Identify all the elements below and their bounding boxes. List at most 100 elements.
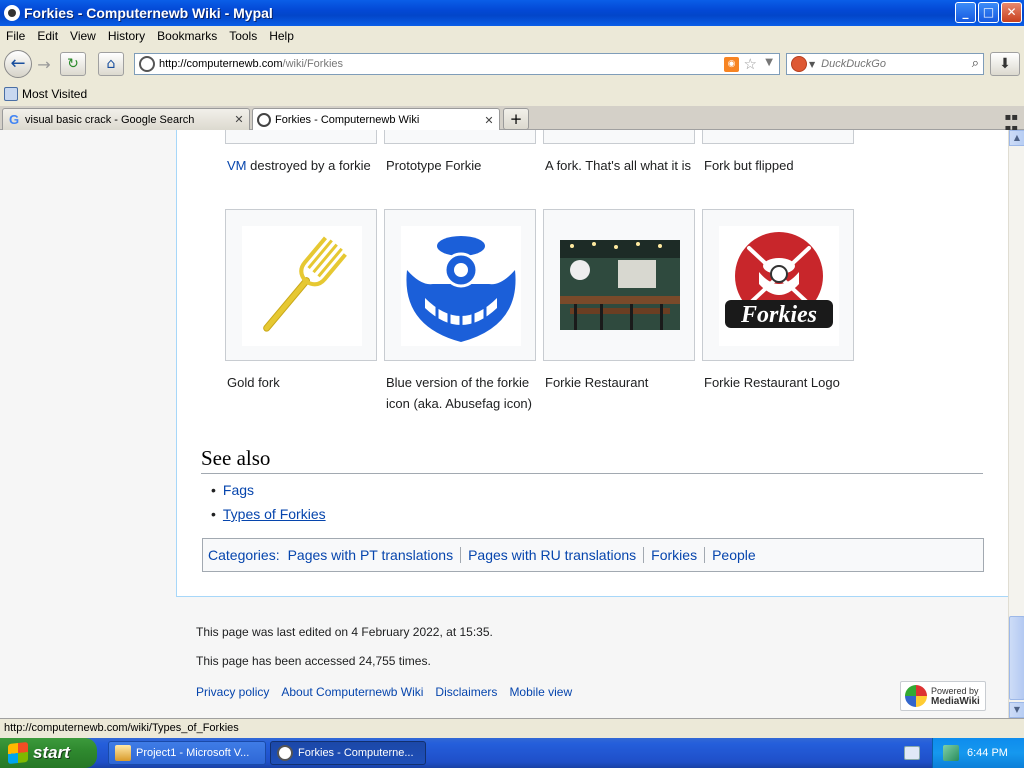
tab-label: visual basic crack - Google Search <box>25 113 195 126</box>
category-forkies[interactable]: Forkies <box>643 547 704 563</box>
about-link[interactable]: About Computernewb Wiki <box>281 685 423 699</box>
start-label: start <box>33 743 70 762</box>
gallery-box[interactable] <box>225 130 377 144</box>
tab-close-icon[interactable]: ✕ <box>233 113 245 126</box>
mobile-view-link[interactable]: Mobile view <box>509 685 572 699</box>
close-button[interactable]: ✕ <box>1001 2 1022 23</box>
page-content[interactable]: VM destroyed by a forkie Prototype Forki… <box>0 130 1008 718</box>
menu-edit[interactable]: Edit <box>31 29 64 43</box>
see-also-list: Fags Types of Forkies <box>211 480 326 528</box>
url-dropdown-icon[interactable]: ▼ <box>765 57 773 68</box>
menu-bookmarks[interactable]: Bookmarks <box>151 29 223 43</box>
minimize-button[interactable]: _ <box>955 2 976 23</box>
fags-link[interactable]: Fags <box>223 482 254 498</box>
blue-forkie-icon-image[interactable] <box>401 226 521 346</box>
reload-icon: ↻ <box>67 56 79 72</box>
gallery-box-restaurant[interactable] <box>543 209 695 361</box>
keyboard-language-icon[interactable] <box>904 746 920 760</box>
menu-bar: File Edit View History Bookmarks Tools H… <box>0 26 1024 46</box>
clock[interactable]: 6:44 PM <box>967 747 1008 759</box>
see-also-heading: See also <box>201 446 983 474</box>
downloads-button[interactable]: ⬇ <box>990 52 1020 76</box>
network-tray-icon[interactable] <box>943 745 959 761</box>
windows-flag-icon <box>8 741 28 765</box>
status-bar: http://computernewb.com/wiki/Types_of_Fo… <box>0 718 1024 738</box>
menu-help[interactable]: Help <box>263 29 300 43</box>
gallery-box[interactable] <box>702 130 854 144</box>
privacy-policy-link[interactable]: Privacy policy <box>196 685 269 699</box>
powered-by-mediawiki-badge[interactable]: Powered by MediaWiki <box>900 681 986 711</box>
most-visited-bookmark[interactable]: Most Visited <box>22 87 87 101</box>
tab-label: Forkies - Computernewb Wiki <box>275 114 420 126</box>
gallery-caption: Forkie Restaurant <box>545 375 649 390</box>
home-icon: ⌂ <box>106 56 116 72</box>
reload-button[interactable]: ↻ <box>60 52 86 76</box>
categories-label-link[interactable]: Categories: <box>208 547 280 563</box>
back-button[interactable]: ← <box>4 50 32 78</box>
site-identity-icon[interactable] <box>139 56 155 72</box>
types-of-forkies-link[interactable]: Types of Forkies <box>223 506 326 522</box>
disclaimers-link[interactable]: Disclaimers <box>435 685 497 699</box>
gallery-box-gold-fork[interactable] <box>225 209 377 361</box>
url-host: http://computernewb.com <box>159 58 283 70</box>
article-body: VM destroyed by a forkie Prototype Forki… <box>176 130 1008 597</box>
tab-google-search[interactable]: G visual basic crack - Google Search ✕ <box>2 108 250 130</box>
gallery-box[interactable] <box>543 130 695 144</box>
url-text[interactable]: http://computernewb.com/wiki/Forkies <box>159 58 343 70</box>
footer-links: Privacy policy About Computernewb Wiki D… <box>196 685 572 699</box>
mypal-icon <box>277 745 293 761</box>
url-bar[interactable]: http://computernewb.com/wiki/Forkies ◉ ☆… <box>134 53 780 75</box>
taskbar-item-project1[interactable]: Project1 - Microsoft V... <box>108 741 266 765</box>
new-tab-button[interactable]: + <box>503 108 529 130</box>
gallery-box[interactable] <box>384 130 536 144</box>
tab-close-icon[interactable]: ✕ <box>483 114 495 127</box>
start-button[interactable]: start <box>0 738 97 768</box>
menu-tools[interactable]: Tools <box>223 29 263 43</box>
gallery-caption: Blue version of the forkie icon (aka. Ab… <box>386 375 532 411</box>
vm-link[interactable]: VM <box>227 158 247 173</box>
forkie-restaurant-image[interactable] <box>560 226 680 346</box>
vertical-scrollbar[interactable]: ▲ ▼ <box>1008 130 1024 718</box>
category-people[interactable]: People <box>704 547 763 563</box>
taskbar-item-forkies[interactable]: Forkies - Computerne... <box>270 741 426 765</box>
rss-feed-icon[interactable]: ◉ <box>724 57 739 72</box>
tab-forkies-wiki[interactable]: Forkies - Computernewb Wiki ✕ <box>252 108 500 131</box>
home-button[interactable]: ⌂ <box>98 52 124 76</box>
last-edited-info: This page was last edited on 4 February … <box>196 625 493 639</box>
bookmark-star-icon[interactable]: ☆ <box>744 55 757 73</box>
scrollbar-thumb[interactable] <box>1009 616 1024 700</box>
engine-dropdown-icon[interactable]: ▼ <box>809 60 815 69</box>
scroll-down-arrow-icon[interactable]: ▼ <box>1009 702 1024 718</box>
forward-button[interactable]: → <box>34 55 54 75</box>
window-title: Forkies - Computernewb Wiki - Mypal <box>24 5 273 21</box>
menu-view[interactable]: View <box>64 29 102 43</box>
menu-file[interactable]: File <box>0 29 31 43</box>
search-input[interactable] <box>821 58 962 70</box>
visual-basic-icon <box>115 745 131 761</box>
mypal-app-icon[interactable] <box>4 5 20 21</box>
gallery-caption: Gold fork <box>227 375 280 390</box>
title-bar[interactable]: Forkies - Computernewb Wiki - Mypal _ □ … <box>0 0 1024 26</box>
most-visited-icon[interactable] <box>4 87 18 101</box>
search-icon[interactable]: ⌕ <box>972 56 979 71</box>
menu-history[interactable]: History <box>102 29 151 43</box>
duckduckgo-icon[interactable] <box>791 56 807 72</box>
gallery-box-restaurant-logo[interactable]: Forkies <box>702 209 854 361</box>
powered-line-1: Powered by <box>931 685 979 696</box>
search-bar[interactable]: ▼ ⌕ <box>786 53 984 75</box>
category-ru-translations[interactable]: Pages with RU translations <box>460 547 643 563</box>
gold-fork-image[interactable] <box>242 226 362 346</box>
navigation-toolbar: ← → ↻ ⌂ http://computernewb.com/wiki/For… <box>0 46 1024 82</box>
category-pt-translations[interactable]: Pages with PT translations <box>288 547 461 563</box>
page-views-info: This page has been accessed 24,755 times… <box>196 654 431 668</box>
gallery-caption: VM destroyed by a forkie <box>227 155 379 176</box>
system-tray: 6:44 PM <box>932 738 1024 768</box>
forkie-restaurant-logo-image[interactable]: Forkies <box>719 226 839 346</box>
powered-line-2: MediaWiki <box>931 695 980 707</box>
computernewb-favicon-icon <box>257 113 271 127</box>
gallery-caption: A fork. That's all what it is <box>545 158 692 173</box>
bookmarks-toolbar: Most Visited <box>0 82 1024 106</box>
scroll-up-arrow-icon[interactable]: ▲ <box>1009 130 1024 146</box>
gallery-box-blue-forkie[interactable] <box>384 209 536 361</box>
maximize-button[interactable]: □ <box>978 2 999 23</box>
